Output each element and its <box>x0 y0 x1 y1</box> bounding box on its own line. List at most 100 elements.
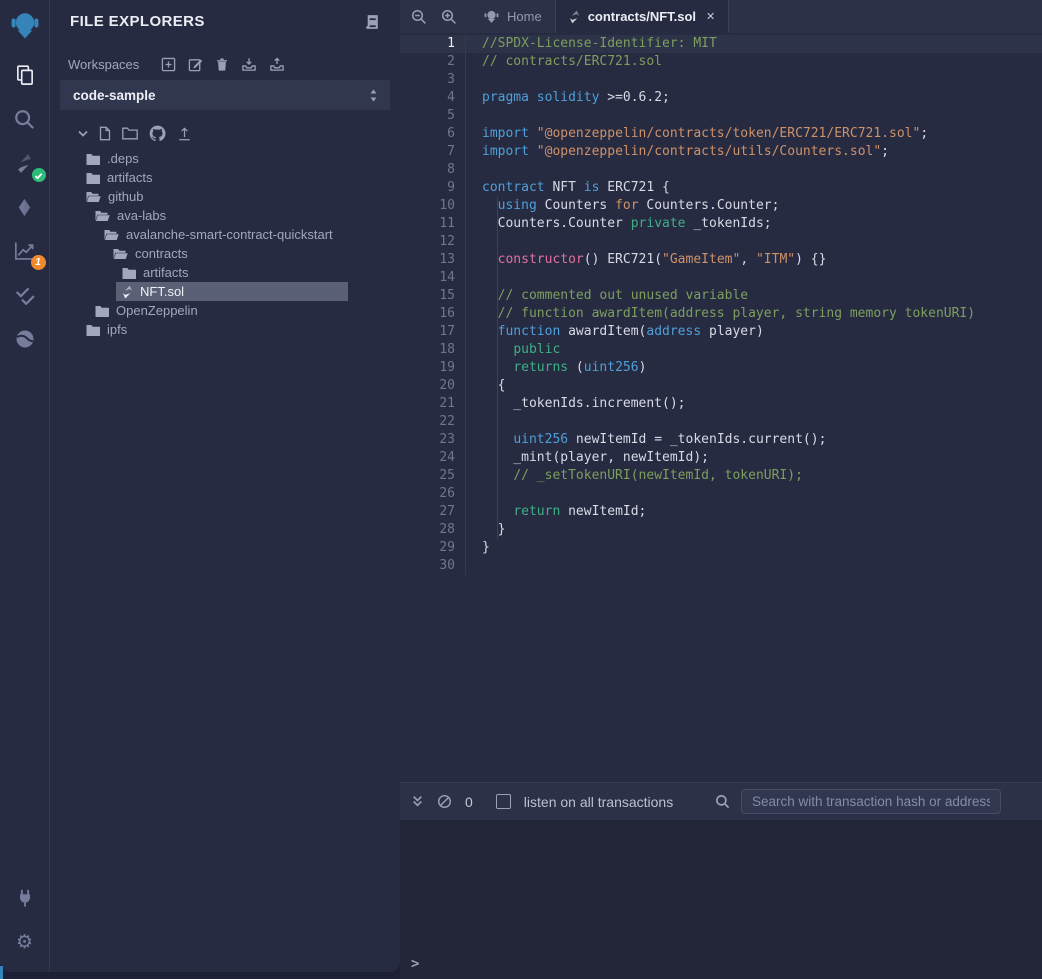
sidebar-item-deploy-and-run[interactable] <box>0 185 50 229</box>
restore-workspace-icon[interactable] <box>269 57 285 72</box>
tab-label: contracts/NFT.sol <box>588 9 696 24</box>
bottom-accent <box>0 966 3 979</box>
expand-terminal-icon[interactable] <box>411 795 424 808</box>
workspaces-label: Workspaces <box>68 57 139 72</box>
code-line-5[interactable]: 5 <box>400 107 1042 125</box>
line-content: _tokenIds.increment(); <box>466 395 686 413</box>
tree-item-artifacts[interactable]: artifacts <box>50 168 400 187</box>
line-content <box>466 71 482 89</box>
line-content: function awardItem(address player) <box>466 323 764 341</box>
line-content: returns (uint256) <box>466 359 646 377</box>
code-line-3[interactable]: 3 <box>400 71 1042 89</box>
code-line-9[interactable]: 9contract NFT is ERC721 { <box>400 179 1042 197</box>
zoom-out-icon[interactable] <box>411 9 427 25</box>
line-number: 10 <box>400 197 466 215</box>
workspace-select[interactable]: code-sample <box>60 80 390 110</box>
code-line-2[interactable]: 2// contracts/ERC721.sol <box>400 53 1042 71</box>
tree-item-nft-sol[interactable]: NFT.sol <box>50 282 400 301</box>
sidebar-item-circle-plugin[interactable] <box>0 317 50 361</box>
delete-workspace-icon[interactable] <box>215 57 229 72</box>
line-number: 19 <box>400 359 466 377</box>
line-number: 21 <box>400 395 466 413</box>
solidity-file-icon <box>122 285 133 299</box>
line-number: 26 <box>400 485 466 503</box>
download-workspaces-icon[interactable] <box>241 57 257 72</box>
tree-item-artifacts[interactable]: artifacts <box>50 263 400 282</box>
github-icon[interactable] <box>149 125 166 142</box>
main-area: Home contracts/NFT.sol ✕ 1//SPDX-License… <box>400 0 1042 979</box>
zoom-in-icon[interactable] <box>441 9 457 25</box>
line-content: // function awardItem(address player, st… <box>466 305 975 323</box>
left-panels: 1 <box>0 0 400 972</box>
tree-item-ipfs[interactable]: ipfs <box>50 320 400 339</box>
sidebar-item-file-explorer[interactable] <box>0 53 50 97</box>
folder-closed-icon <box>86 324 100 336</box>
tab-contracts-nft-sol[interactable]: contracts/NFT.sol ✕ <box>556 0 730 33</box>
line-number: 22 <box>400 413 466 431</box>
line-content: //SPDX-License-Identifier: MIT <box>466 35 717 53</box>
sidebar-item-plugin-manager[interactable] <box>0 876 50 920</box>
workspace-actions <box>161 57 285 72</box>
folder-open-icon <box>95 210 110 222</box>
line-number: 5 <box>400 107 466 125</box>
code-line-7[interactable]: 7import "@openzeppelin/contracts/utils/C… <box>400 143 1042 161</box>
editor-zoom-controls <box>400 0 471 33</box>
compile-success-badge <box>32 168 46 182</box>
line-number: 12 <box>400 233 466 251</box>
new-file-icon[interactable] <box>99 126 111 141</box>
panel-title: FILE EXPLORERS <box>70 13 205 30</box>
tree-item-label: NFT.sol <box>140 284 184 299</box>
code-editor[interactable]: 1//SPDX-License-Identifier: MIT2// contr… <box>400 33 1042 782</box>
line-content: // _setTokenURI(newItemId, tokenURI); <box>466 467 803 485</box>
plug-icon <box>15 888 35 908</box>
code-line-4[interactable]: 4pragma solidity >=0.6.2; <box>400 89 1042 107</box>
tree-item--deps[interactable]: .deps <box>50 149 400 168</box>
code-line-8[interactable]: 8 <box>400 161 1042 179</box>
sidebar-item-unit-testing[interactable] <box>0 273 50 317</box>
line-number: 20 <box>400 377 466 395</box>
code-line-30[interactable]: 30 <box>400 557 1042 575</box>
tree-item-ava-labs[interactable]: ava-labs <box>50 206 400 225</box>
new-folder-icon[interactable] <box>122 127 138 140</box>
book-icon[interactable] <box>365 14 380 30</box>
sidebar-item-search[interactable] <box>0 97 50 141</box>
clear-console-icon[interactable] <box>437 794 452 809</box>
code-line-29[interactable]: 29} <box>400 539 1042 557</box>
sidebar-bottom: ⚙ <box>0 876 50 972</box>
collapse-chevron-icon[interactable] <box>78 130 88 138</box>
line-content <box>466 557 482 575</box>
file-tree-toolbar <box>50 110 400 149</box>
line-content: // contracts/ERC721.sol <box>466 53 662 71</box>
listen-transactions-checkbox[interactable] <box>496 794 511 809</box>
listen-transactions-label: listen on all transactions <box>524 794 673 810</box>
code-line-6[interactable]: 6import "@openzeppelin/contracts/token/E… <box>400 125 1042 143</box>
tree-item-label: OpenZeppelin <box>116 303 198 318</box>
line-content: { <box>466 377 505 395</box>
tree-item-avalanche-smart-contract-quickstart[interactable]: avalanche-smart-contract-quickstart <box>50 225 400 244</box>
close-icon[interactable]: ✕ <box>704 10 715 23</box>
line-number: 18 <box>400 341 466 359</box>
sidebar-item-settings[interactable]: ⚙ <box>0 920 50 964</box>
deploy-run-icon <box>15 198 34 217</box>
upload-file-icon[interactable] <box>177 127 192 141</box>
code-line-1[interactable]: 1//SPDX-License-Identifier: MIT <box>400 35 1042 53</box>
tree-item-contracts[interactable]: contracts <box>50 244 400 263</box>
terminal-console[interactable]: > <box>400 820 1042 979</box>
line-content: using Counters for Counters.Counter; <box>466 197 779 215</box>
line-content: import "@openzeppelin/contracts/utils/Co… <box>466 143 889 161</box>
tree-item-github[interactable]: github <box>50 187 400 206</box>
line-number: 13 <box>400 251 466 269</box>
icon-sidebar: 1 <box>0 0 50 972</box>
create-workspace-icon[interactable] <box>161 57 176 72</box>
line-number: 11 <box>400 215 466 233</box>
line-content <box>466 269 482 287</box>
sidebar-item-analytics-plugin[interactable]: 1 <box>0 229 50 273</box>
tab-home[interactable]: Home <box>471 0 556 33</box>
transaction-search-input[interactable] <box>741 789 1001 814</box>
sidebar-item-solidity-compiler[interactable] <box>0 141 50 185</box>
rename-workspace-icon[interactable] <box>188 57 203 72</box>
line-content: _mint(player, newItemId); <box>466 449 709 467</box>
tree-item-label: artifacts <box>143 265 189 280</box>
terminal-search <box>715 789 1042 814</box>
tree-item-openzeppelin[interactable]: OpenZeppelin <box>50 301 400 320</box>
